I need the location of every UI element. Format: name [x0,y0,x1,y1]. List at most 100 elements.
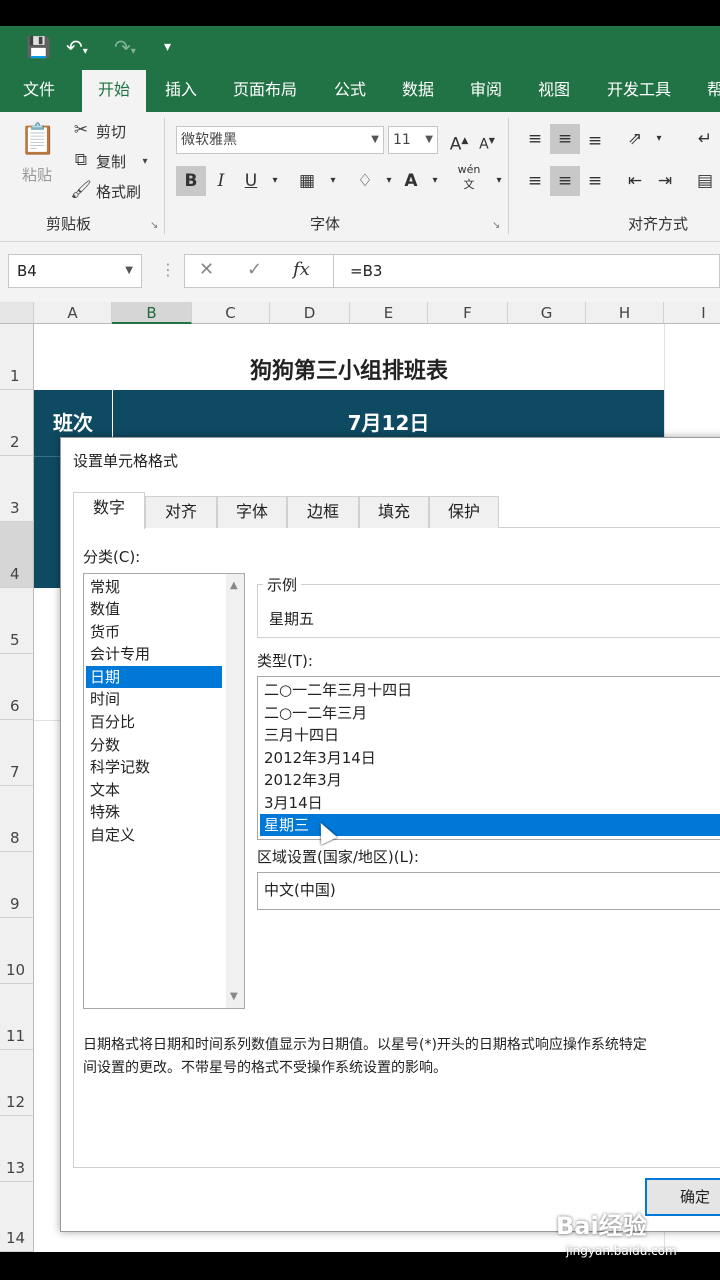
list-item[interactable]: 货币 [86,621,222,643]
tab-font[interactable]: 字体 [217,496,287,528]
format-painter-button[interactable]: 格式刷 [96,181,141,202]
save-icon[interactable]: 💾 [26,34,51,60]
cut-button[interactable]: 剪切 [96,121,126,142]
name-box[interactable]: B4 ▼ [8,254,142,288]
cancel-icon[interactable]: ✕ [199,259,214,280]
row-header[interactable]: 2 [0,390,34,456]
borders-dropdown-icon[interactable]: ▾ [318,166,348,196]
undo-icon[interactable]: ↶▾ [66,34,88,60]
font-name-combo[interactable]: 微软雅黑 ▼ [176,126,384,154]
type-list[interactable]: 二○一二年三月十四日 二○一二年三月 三月十四日 2012年3月14日 2012… [257,676,720,840]
align-middle-icon[interactable]: ≡ [550,124,580,154]
ok-button[interactable]: 确定 [645,1178,720,1216]
row-header[interactable]: 12 [0,1050,34,1116]
copy-icon[interactable]: ⧉ [70,148,92,172]
row-header[interactable]: 8 [0,786,34,852]
list-item-selected[interactable]: 日期 [86,666,222,688]
list-item[interactable]: 百分比 [86,711,222,733]
row-header[interactable]: 4 [0,522,34,588]
format-painter-icon[interactable]: 🖌 [70,178,92,202]
list-item[interactable]: 特殊 [86,801,222,823]
column-header[interactable]: D [270,302,350,324]
row-header[interactable]: 10 [0,918,34,984]
font-color-dropdown-icon[interactable]: ▾ [420,166,450,196]
list-item[interactable]: 自定义 [86,824,222,846]
row-header[interactable]: 14 [0,1182,34,1252]
paste-button[interactable]: 粘贴 [22,164,52,185]
list-item[interactable]: 时间 [86,688,222,710]
tab-alignment[interactable]: 对齐 [145,496,217,528]
column-header[interactable]: E [350,302,428,324]
tab-number[interactable]: 数字 [73,492,145,529]
column-header[interactable]: H [586,302,664,324]
select-all-corner[interactable] [0,302,34,324]
tab-help[interactable]: 帮 [700,70,720,112]
tab-formulas[interactable]: 公式 [320,70,380,112]
cut-icon[interactable]: ✂ [70,118,92,142]
tab-file[interactable]: 文件 [8,70,70,112]
tab-border[interactable]: 边框 [287,496,359,528]
category-list[interactable]: 常规 数值 货币 会计专用 日期 时间 百分比 分数 科学记数 文本 特殊 自定… [83,573,245,1009]
orientation-dropdown-icon[interactable]: ▾ [644,124,674,154]
bold-button[interactable]: B [176,166,206,196]
row-header[interactable]: 13 [0,1116,34,1182]
clipboard-launcher-icon[interactable]: ↘ [150,220,158,231]
customize-qat-icon[interactable]: ▾ [164,34,171,60]
tab-home[interactable]: 开始 [82,70,146,112]
row-header[interactable]: 6 [0,654,34,720]
formula-input[interactable]: =B3 [334,254,720,288]
increase-font-icon[interactable]: A▲ [444,126,474,156]
phonetic-dropdown-icon[interactable]: ▾ [484,166,514,196]
scroll-up-icon[interactable]: ▲ [230,580,238,591]
align-top-icon[interactable]: ≡ [520,124,550,154]
font-size-combo[interactable]: 11 ▼ [388,126,438,154]
paste-icon[interactable]: 📋 [18,120,58,160]
sheet-title-cell[interactable]: 狗狗第三小组排班表 [34,324,664,390]
list-item[interactable]: 3月14日 [260,792,720,814]
italic-button[interactable]: I [206,166,236,196]
tab-insert[interactable]: 插入 [150,70,212,112]
tab-review[interactable]: 审阅 [456,70,516,112]
merge-center-icon[interactable]: ▤ [690,166,720,196]
font-launcher-icon[interactable]: ↘ [492,220,500,231]
list-item[interactable]: 二○一二年三月十四日 [260,679,720,701]
locale-select[interactable]: 中文(中国) [257,872,720,910]
align-bottom-icon[interactable]: ≡ [580,126,610,156]
row-header[interactable]: 3 [0,456,34,522]
increase-indent-icon[interactable]: ⇥ [650,166,680,196]
column-header[interactable]: F [428,302,508,324]
list-item[interactable]: 常规 [86,576,222,598]
scroll-down-icon[interactable]: ▼ [230,991,238,1002]
align-right-icon[interactable]: ≡ [580,166,610,196]
tab-protection[interactable]: 保护 [429,496,499,528]
tab-developer[interactable]: 开发工具 [594,70,684,112]
list-item[interactable]: 科学记数 [86,756,222,778]
list-item[interactable]: 2012年3月 [260,769,720,791]
phonetic-guide-icon[interactable]: wén 文 [452,162,486,192]
list-item[interactable]: 二○一二年三月 [260,702,720,724]
tab-fill[interactable]: 填充 [359,496,429,528]
copy-dropdown-icon[interactable]: ▾ [140,150,150,174]
column-header[interactable]: I [664,302,720,324]
row-header[interactable]: 5 [0,588,34,654]
align-center-icon[interactable]: ≡ [550,166,580,196]
column-header[interactable]: C [192,302,270,324]
row-header[interactable]: 11 [0,984,34,1050]
column-header[interactable]: A [34,302,112,324]
underline-dropdown-icon[interactable]: ▾ [260,166,290,196]
list-item[interactable]: 三月十四日 [260,724,720,746]
tab-page-layout[interactable]: 页面布局 [222,70,308,112]
category-scrollbar[interactable]: ▲ ▼ [226,574,244,1008]
list-item[interactable]: 会计专用 [86,643,222,665]
redo-icon[interactable]: ↷▾ [114,34,136,60]
wrap-text-icon[interactable]: ↵ [690,124,720,154]
list-item[interactable]: 数值 [86,598,222,620]
list-item[interactable]: 2012年3月14日 [260,747,720,769]
decrease-indent-icon[interactable]: ⇤ [620,166,650,196]
row-header[interactable]: 7 [0,720,34,786]
align-left-icon[interactable]: ≡ [520,166,550,196]
tab-data[interactable]: 数据 [388,70,448,112]
tab-view[interactable]: 视图 [524,70,584,112]
row-header[interactable]: 1 [0,324,34,390]
insert-function-icon[interactable]: fx [293,259,310,280]
